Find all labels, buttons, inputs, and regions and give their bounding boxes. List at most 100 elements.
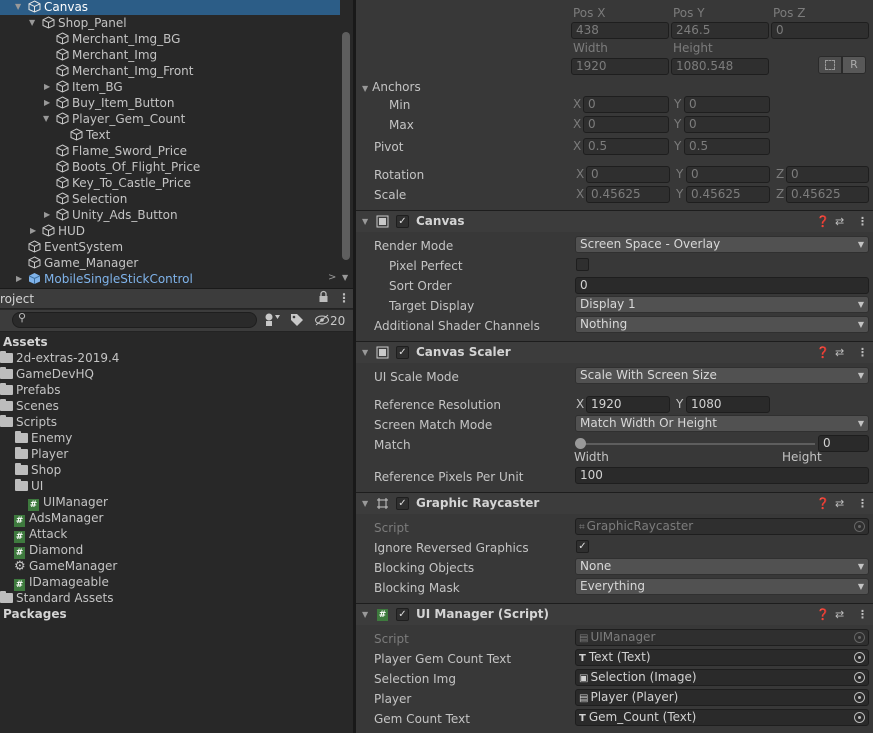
render-mode-dropdown[interactable]: Screen Space - Overlay (575, 236, 869, 253)
hierarchy-item-buy-item-button[interactable]: ▶ Buy_Item_Button (43, 95, 174, 111)
scale-x-field[interactable]: 0.45625 (586, 186, 670, 203)
foldout-arrow-icon[interactable]: ▼ (362, 604, 368, 626)
blocking-objects-dropdown[interactable]: None (575, 558, 869, 575)
filter-by-label-icon[interactable] (290, 313, 304, 330)
shader-channels-dropdown[interactable]: Nothing (575, 316, 869, 333)
project-script-uimanager[interactable]: # UIManager (28, 494, 108, 511)
ui-manager-script-field[interactable]: ▤ UIManager (575, 629, 869, 646)
expand-arrow-icon[interactable]: ▼ (15, 2, 25, 12)
anchors-max-y-field[interactable]: 0 (684, 116, 770, 133)
scale-z-field[interactable]: 0.45625 (786, 186, 869, 203)
rotation-x-field[interactable]: 0 (586, 166, 670, 183)
project-script-gamemanager[interactable]: ⚙ GameManager (14, 558, 117, 574)
object-picker-icon[interactable] (854, 521, 865, 532)
foldout-arrow-icon[interactable]: ▼ (362, 211, 368, 233)
project-folder-shop[interactable]: Shop (15, 462, 61, 478)
match-slider-thumb[interactable] (575, 438, 586, 449)
presets-icon[interactable]: ⇄ (835, 493, 844, 515)
screen-match-mode-dropdown[interactable]: Match Width Or Height (575, 415, 869, 432)
pixel-perfect-checkbox[interactable] (576, 258, 589, 271)
project-folder-2d-extras[interactable]: 2d-extras-2019.4 (0, 350, 119, 366)
hierarchy-item-key-to-castle-price[interactable]: Key_To_Castle_Price (56, 175, 191, 191)
hierarchy-item-game-manager[interactable]: Game_Manager (28, 255, 138, 271)
expand-arrow-icon[interactable]: ▶ (30, 226, 40, 236)
expand-arrow-icon[interactable]: ▶ (44, 210, 54, 220)
hierarchy-item-hud[interactable]: ▶ HUD (29, 223, 85, 239)
rotation-y-field[interactable]: 0 (686, 166, 770, 183)
ui-manager-enabled-checkbox[interactable]: ✓ (396, 608, 409, 621)
reference-resolution-y-field[interactable]: 1080 (686, 396, 770, 413)
packages-header[interactable]: Packages (3, 606, 67, 622)
hierarchy-item-merchant-img-front[interactable]: Merchant_Img_Front (56, 63, 193, 79)
hierarchy-item-eventsystem[interactable]: EventSystem (28, 239, 123, 255)
hierarchy-item-item-bg[interactable]: ▶ Item_BG (43, 79, 123, 95)
match-slider-track[interactable] (579, 443, 815, 445)
project-tab[interactable]: roject (0, 292, 34, 306)
hierarchy-scrollbar[interactable] (342, 32, 350, 260)
pos-y-field[interactable]: 246.5 (671, 22, 769, 39)
width-field[interactable]: 1920 (571, 58, 669, 75)
canvas-scaler-component-header[interactable]: ▼ ✓ Canvas Scaler ❓ ⇄ ⋮ (356, 341, 873, 363)
raycaster-script-field[interactable]: ⌗ GraphicRaycaster (575, 518, 869, 535)
object-picker-icon[interactable] (854, 692, 865, 703)
canvas-component-header[interactable]: ▼ ✓ Canvas ❓ ⇄ ⋮ (356, 210, 873, 232)
reference-ppu-field[interactable]: 100 (575, 467, 869, 484)
hidden-packages-toggle[interactable]: 20 (314, 313, 345, 329)
rotation-z-field[interactable]: 0 (786, 166, 869, 183)
sort-order-field[interactable]: 0 (575, 277, 869, 294)
canvas-scaler-enabled-checkbox[interactable]: ✓ (396, 346, 409, 359)
expand-arrow-icon[interactable]: ▼ (29, 18, 39, 28)
project-folder-scripts[interactable]: Scripts (0, 414, 57, 430)
player-field[interactable]: ▤ Player (Player) (575, 689, 869, 706)
project-script-attack[interactable]: # Attack (14, 526, 67, 543)
component-menu-icon[interactable]: ⋮ (857, 604, 868, 626)
player-gem-count-text-field[interactable]: T Text (Text) (575, 649, 869, 666)
pivot-y-field[interactable]: 0.5 (684, 138, 770, 155)
scale-y-field[interactable]: 0.45625 (686, 186, 770, 203)
expand-arrow-icon[interactable]: ▼ (43, 114, 53, 124)
object-picker-icon[interactable] (854, 632, 865, 643)
pos-x-field[interactable]: 438 (571, 22, 669, 39)
help-icon[interactable]: ❓ (816, 493, 830, 515)
ui-scale-mode-dropdown[interactable]: Scale With Screen Size (575, 367, 869, 384)
presets-icon[interactable]: ⇄ (835, 211, 844, 233)
canvas-enabled-checkbox[interactable]: ✓ (396, 215, 409, 228)
foldout-arrow-icon[interactable]: ▼ (362, 493, 368, 515)
gem-count-text-field[interactable]: T Gem_Count (Text) (575, 709, 869, 726)
expand-arrow-icon[interactable]: ▶ (44, 98, 54, 108)
raw-edit-button[interactable]: R (842, 56, 866, 74)
hierarchy-item-text[interactable]: Text (70, 127, 110, 143)
hierarchy-item-unity-ads-button[interactable]: ▶ Unity_Ads_Button (43, 207, 178, 223)
project-folder-gamedevhq[interactable]: GameDevHQ (0, 366, 94, 382)
project-folder-standard-assets[interactable]: Standard Assets (0, 590, 113, 606)
reference-resolution-x-field[interactable]: 1920 (586, 396, 670, 413)
selection-img-field[interactable]: ▣ Selection (Image) (575, 669, 869, 686)
component-menu-icon[interactable]: ⋮ (857, 342, 868, 364)
filter-by-type-icon[interactable] (264, 312, 282, 331)
lock-icon[interactable] (318, 290, 329, 307)
blocking-mask-dropdown[interactable]: Everything (575, 578, 869, 595)
more-options-icon[interactable]: ⋮ (338, 291, 350, 305)
expand-arrow-icon[interactable]: ▶ (16, 274, 26, 284)
project-folder-player[interactable]: Player (15, 446, 68, 462)
component-menu-icon[interactable]: ⋮ (857, 493, 868, 515)
ignore-reversed-graphics-checkbox[interactable]: ✓ (576, 540, 589, 553)
target-display-dropdown[interactable]: Display 1 (575, 296, 869, 313)
project-search-input[interactable]: ⚲ (12, 311, 257, 328)
anchors-min-y-field[interactable]: 0 (684, 96, 770, 113)
foldout-arrow-icon[interactable]: ▼ (362, 342, 368, 364)
project-folder-enemy[interactable]: Enemy (15, 430, 72, 446)
height-field[interactable]: 1080.548 (671, 58, 769, 75)
anchors-foldout[interactable]: ▼ Anchors (362, 79, 421, 95)
ui-manager-component-header[interactable]: ▼ # ✓ UI Manager (Script) ❓ ⇄ ⋮ (356, 603, 873, 625)
hierarchy-item-selection[interactable]: Selection (56, 191, 127, 207)
pivot-x-field[interactable]: 0.5 (583, 138, 669, 155)
hierarchy-item-mobile-single-stick-control[interactable]: ▶ MobileSingleStickControl (15, 271, 193, 287)
hierarchy-item-shop-panel[interactable]: ▼ Shop_Panel (29, 15, 127, 31)
presets-icon[interactable]: ⇄ (835, 604, 844, 626)
object-picker-icon[interactable] (854, 672, 865, 683)
object-picker-icon[interactable] (854, 652, 865, 663)
hierarchy-item-merchant-img-bg[interactable]: Merchant_Img_BG (56, 31, 180, 47)
hierarchy-item-boots-of-flight-price[interactable]: Boots_Of_Flight_Price (56, 159, 200, 175)
expand-arrow-icon[interactable]: ▶ (44, 82, 54, 92)
